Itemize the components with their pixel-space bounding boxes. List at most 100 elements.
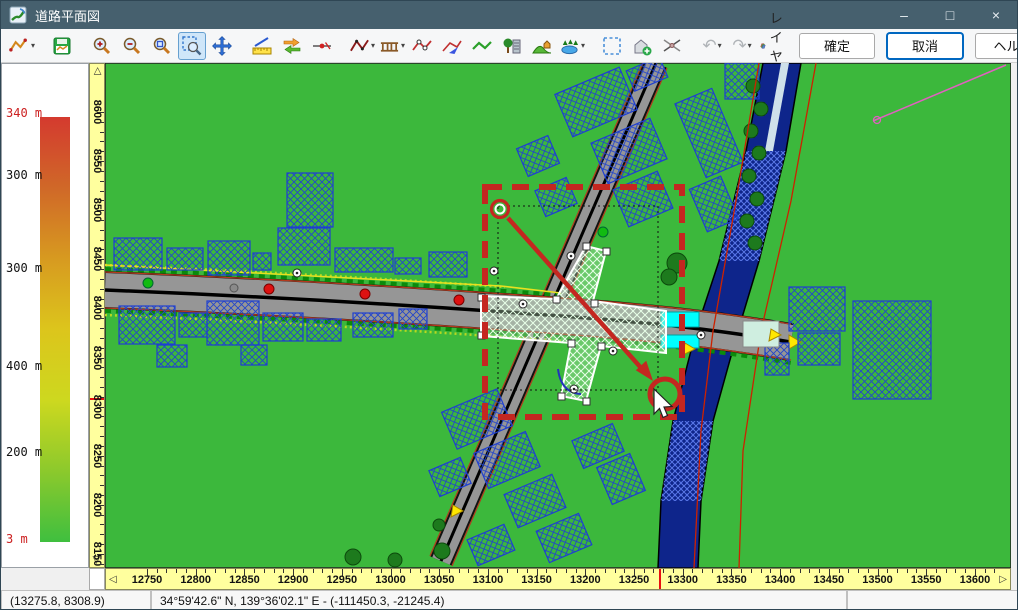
- scroll-up-arrow[interactable]: ◁: [92, 67, 102, 75]
- add-building-tool-button[interactable]: [628, 32, 656, 60]
- select-rect-tool-button[interactable]: [598, 32, 626, 60]
- swap-tool-button[interactable]: [278, 32, 306, 60]
- map-canvas[interactable]: [105, 63, 1011, 568]
- ruler-tick: [100, 466, 104, 467]
- ruler-tick: [702, 569, 703, 573]
- ruler-tick: [100, 416, 104, 417]
- ruler-label: 13000: [375, 574, 406, 586]
- help-button[interactable]: ヘルプ: [975, 33, 1018, 59]
- flight-route-icon: [441, 35, 463, 57]
- maximize-button[interactable]: □: [927, 1, 973, 29]
- green-line-tool-button[interactable]: [468, 32, 496, 60]
- ruler-tick: [819, 569, 820, 573]
- measure-tool-button[interactable]: [248, 32, 276, 60]
- trim-tool-button[interactable]: [308, 32, 336, 60]
- ruler-tick: [576, 569, 577, 573]
- water-trees-tool-button[interactable]: ▾: [558, 32, 586, 60]
- ruler-tick: [624, 569, 625, 573]
- minimize-button[interactable]: –: [881, 1, 927, 29]
- profile-tool-button[interactable]: ▾: [8, 32, 36, 60]
- close-button[interactable]: ×: [973, 1, 1018, 29]
- ruler-label: 13250: [619, 574, 650, 586]
- ruler-pencil-icon: [251, 35, 273, 57]
- green-polyline-icon: [471, 35, 493, 57]
- terrain-icon: [531, 35, 553, 57]
- point-line-tool-button[interactable]: [408, 32, 436, 60]
- ruler-label: 13100: [473, 574, 504, 586]
- geo-coordinates: 34°59'42.6" N, 139°36'02.1" E - (-111450…: [151, 590, 847, 610]
- ruler-tick: [186, 569, 187, 573]
- vertical-ruler[interactable]: ◁ ◁ 860085508500845084008350830082508200…: [89, 63, 105, 568]
- ruler-tick: [605, 569, 606, 573]
- ruler-label: 13600: [960, 574, 991, 586]
- ruler-label: 12950: [327, 574, 358, 586]
- ruler-tick: [274, 569, 275, 573]
- ruler-tick: [994, 569, 995, 573]
- ruler-tick: [322, 569, 323, 573]
- ruler-label: 13500: [862, 574, 893, 586]
- ruler-label: 13350: [716, 574, 747, 586]
- zoom-select-tool-button[interactable]: [148, 32, 176, 60]
- flight-route-tool-button[interactable]: [438, 32, 466, 60]
- ruler-label: 13300: [667, 574, 698, 586]
- bridge-tool-button[interactable]: ▾: [378, 32, 406, 60]
- ruler-tick: [507, 569, 508, 573]
- ruler-tick: [264, 569, 265, 573]
- ruler-tick: [653, 569, 654, 573]
- zoom-out-tool-button[interactable]: [118, 32, 146, 60]
- zoom-rect-tool-button[interactable]: [178, 32, 206, 60]
- scroll-left-arrow[interactable]: ◁: [109, 575, 117, 585]
- cut-tool-button[interactable]: [658, 32, 686, 60]
- ruler-tick: [100, 338, 104, 339]
- ruler-tick: [498, 569, 499, 573]
- ruler-label: 12850: [229, 574, 260, 586]
- undo-button[interactable]: ↶ ▾: [698, 32, 726, 60]
- ruler-tick: [429, 569, 430, 573]
- ruler-tick: [254, 569, 255, 573]
- status-bar: (13275.8, 8308.9) 34°59'42.6" N, 139°36'…: [1, 590, 1018, 610]
- ruler-tick: [352, 569, 353, 573]
- cancel-button[interactable]: 取消: [887, 33, 963, 59]
- ruler-tick: [205, 569, 206, 573]
- scroll-right-arrow[interactable]: ▷: [999, 575, 1007, 585]
- horizontal-ruler[interactable]: ◁ ▷ 127501280012850129001295013000130501…: [105, 568, 1011, 590]
- tree-building-tool-button[interactable]: [498, 32, 526, 60]
- ruler-tick: [100, 387, 104, 388]
- ruler-tick: [809, 569, 810, 573]
- ruler-tick: [595, 569, 596, 573]
- alignment-polyline-icon: [349, 35, 370, 57]
- ruler-tick: [100, 240, 104, 241]
- ruler-tick: [916, 569, 917, 573]
- ruler-tick: [722, 569, 723, 573]
- ruler-tick: [361, 569, 362, 573]
- ruler-tick: [313, 569, 314, 573]
- ruler-tick: [692, 569, 693, 573]
- ruler-label: 13150: [521, 574, 552, 586]
- app-window: 道路平面図 – □ × ▾: [0, 0, 1018, 610]
- ruler-tick: [381, 569, 382, 573]
- legend-label: 400 m: [6, 359, 42, 373]
- redo-button[interactable]: ↷ ▾: [728, 32, 756, 60]
- layers-button[interactable]: レイヤー: [758, 32, 786, 60]
- ruler-label: 8400: [91, 292, 103, 324]
- layers-icon: [759, 35, 767, 57]
- ruler-tick: [712, 569, 713, 573]
- confirm-button[interactable]: 確定: [799, 33, 875, 59]
- ruler-tick: [235, 569, 236, 573]
- ruler-label: 12900: [278, 574, 309, 586]
- ruler-label: 13400: [765, 574, 796, 586]
- ruler-tick: [868, 569, 869, 573]
- save-tool-button[interactable]: [48, 32, 76, 60]
- title-bar: 道路平面図 – □ ×: [1, 1, 1018, 29]
- legend-label: 200 m: [6, 445, 42, 459]
- ruler-tick: [100, 377, 104, 378]
- elevation-legend: 340 m300 m300 m400 m200 m3 m: [1, 63, 89, 568]
- terrain-tool-button[interactable]: [528, 32, 556, 60]
- ruler-tick: [615, 569, 616, 573]
- ruler-tick: [100, 426, 104, 427]
- selection-rect-icon: [601, 35, 623, 57]
- ruler-tick: [176, 569, 177, 573]
- zoom-in-tool-button[interactable]: [88, 32, 116, 60]
- alignment-tool-button[interactable]: ▾: [348, 32, 376, 60]
- pan-tool-button[interactable]: [208, 32, 236, 60]
